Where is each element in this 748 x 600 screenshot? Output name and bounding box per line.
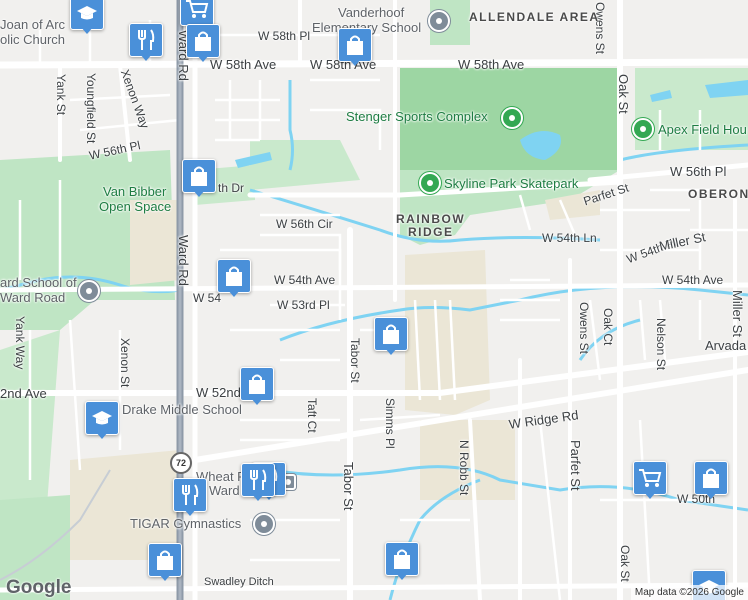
shopping-bag-icon — [374, 317, 408, 351]
restaurant-marker[interactable] — [241, 463, 275, 501]
fork-knife-icon — [173, 478, 207, 512]
park-pin-icon[interactable] — [632, 118, 654, 140]
shopping-cart-icon — [633, 461, 667, 495]
shopping-bag-marker[interactable] — [182, 159, 216, 197]
shopping-bag-icon — [385, 542, 419, 576]
shopping-bag-marker[interactable] — [374, 317, 408, 355]
map-attribution[interactable]: Map data ©2026 Google — [630, 585, 748, 600]
restaurant-marker[interactable] — [173, 478, 207, 516]
shopping-bag-icon — [338, 28, 372, 62]
shopping-bag-icon — [186, 24, 220, 58]
shopping-bag-marker[interactable] — [385, 542, 419, 580]
apex-park — [635, 68, 748, 150]
school-icon — [85, 401, 119, 435]
school-pin-icon[interactable] — [78, 280, 100, 302]
shopping-bag-marker[interactable] — [694, 461, 728, 499]
shopping-bag-icon — [182, 159, 216, 193]
school-marker[interactable] — [70, 0, 104, 34]
shopping-bag-marker[interactable] — [148, 543, 182, 581]
shopping-cart-marker[interactable] — [633, 461, 667, 499]
park-pin-icon[interactable] — [419, 172, 441, 194]
shopping-bag-marker[interactable] — [338, 28, 372, 66]
park-pin-icon[interactable] — [501, 107, 523, 129]
shopping-bag-icon — [148, 543, 182, 577]
shopping-bag-icon — [694, 461, 728, 495]
fork-knife-icon — [129, 23, 163, 57]
school-marker[interactable] — [85, 401, 119, 439]
google-logo[interactable]: Google — [6, 577, 71, 599]
shopping-bag-icon — [217, 259, 251, 293]
shopping-bag-marker[interactable] — [240, 367, 274, 405]
map-base — [0, 0, 748, 600]
shopping-bag-marker[interactable] — [186, 24, 220, 62]
route-shield-icon: 72 — [170, 452, 192, 474]
map-canvas[interactable]: W 58th Pl W 58th Ave W 58th Ave W 58th A… — [0, 0, 748, 600]
shopping-bag-marker[interactable] — [217, 259, 251, 297]
school-pin-icon[interactable] — [428, 10, 450, 32]
fork-knife-icon — [241, 463, 275, 497]
restaurant-marker[interactable] — [129, 23, 163, 61]
place-pin-icon[interactable] — [253, 513, 275, 535]
shopping-bag-icon — [240, 367, 274, 401]
